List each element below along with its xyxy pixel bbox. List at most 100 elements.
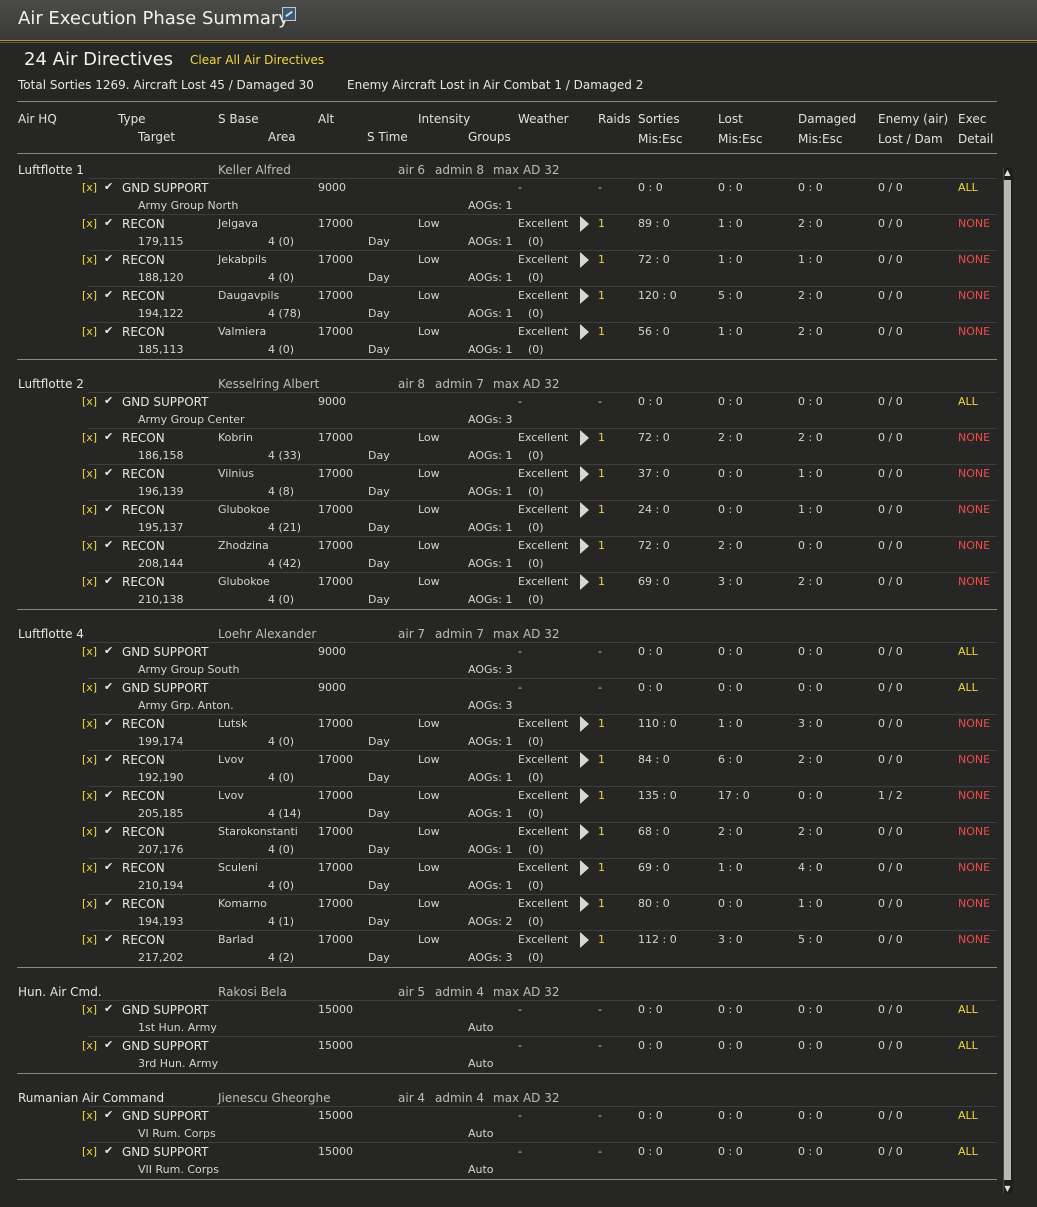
exec-detail[interactable]: NONE	[958, 789, 990, 802]
directive-checkbox[interactable]: [x]	[82, 539, 97, 552]
check-icon[interactable]: ✔	[104, 1038, 113, 1051]
scroll-up-icon[interactable]: ▲	[1003, 168, 1012, 178]
check-icon[interactable]: ✔	[104, 324, 113, 337]
check-icon[interactable]: ✔	[104, 1002, 113, 1015]
directive-checkbox[interactable]: [x]	[82, 217, 97, 230]
directive-checkbox[interactable]: [x]	[82, 503, 97, 516]
play-arrow-icon[interactable]	[580, 574, 589, 590]
exec-detail[interactable]: ALL	[958, 1109, 978, 1122]
check-icon[interactable]: ✔	[104, 896, 113, 909]
air-hq-name[interactable]: Luftflotte 2	[18, 377, 84, 391]
scrollbar-thumb[interactable]	[1004, 180, 1011, 1180]
exec-detail[interactable]: ALL	[958, 1039, 978, 1052]
directive-checkbox[interactable]: [x]	[82, 789, 97, 802]
play-arrow-icon[interactable]	[580, 752, 589, 768]
check-icon[interactable]: ✔	[104, 1108, 113, 1121]
play-arrow-icon[interactable]	[580, 716, 589, 732]
directive-checkbox[interactable]: [x]	[82, 1003, 97, 1016]
directive-checkbox[interactable]: [x]	[82, 825, 97, 838]
directive-checkbox[interactable]: [x]	[82, 645, 97, 658]
commander-name[interactable]: Kesselring Albert	[218, 377, 319, 391]
play-arrow-icon[interactable]	[580, 324, 589, 340]
play-arrow-icon[interactable]	[580, 538, 589, 554]
directive-checkbox[interactable]: [x]	[82, 933, 97, 946]
directive-checkbox[interactable]: [x]	[82, 897, 97, 910]
commander-name[interactable]: Jienescu Gheorghe	[218, 1091, 330, 1105]
air-hq-name[interactable]: Rumanian Air Command	[18, 1091, 164, 1105]
check-icon[interactable]: ✔	[104, 752, 113, 765]
directive-checkbox[interactable]: [x]	[82, 1039, 97, 1052]
directive-checkbox[interactable]: [x]	[82, 289, 97, 302]
exec-detail[interactable]: NONE	[958, 825, 990, 838]
exec-detail[interactable]: NONE	[958, 467, 990, 480]
directive-checkbox[interactable]: [x]	[82, 753, 97, 766]
check-icon[interactable]: ✔	[104, 394, 113, 407]
play-arrow-icon[interactable]	[580, 896, 589, 912]
check-icon[interactable]: ✔	[104, 1144, 113, 1157]
exec-detail[interactable]: ALL	[958, 645, 978, 658]
exec-detail[interactable]: ALL	[958, 1145, 978, 1158]
directive-checkbox[interactable]: [x]	[82, 467, 97, 480]
directive-checkbox[interactable]: [x]	[82, 181, 97, 194]
check-icon[interactable]: ✔	[104, 180, 113, 193]
exec-detail[interactable]: NONE	[958, 431, 990, 444]
directive-checkbox[interactable]: [x]	[82, 431, 97, 444]
exec-detail[interactable]: NONE	[958, 753, 990, 766]
exec-detail[interactable]: NONE	[958, 253, 990, 266]
check-icon[interactable]: ✔	[104, 644, 113, 657]
check-icon[interactable]: ✔	[104, 216, 113, 229]
check-icon[interactable]: ✔	[104, 252, 113, 265]
air-hq-name[interactable]: Hun. Air Cmd.	[18, 985, 102, 999]
check-icon[interactable]: ✔	[104, 288, 113, 301]
play-arrow-icon[interactable]	[580, 288, 589, 304]
check-icon[interactable]: ✔	[104, 466, 113, 479]
check-icon[interactable]: ✔	[104, 788, 113, 801]
exec-detail[interactable]: NONE	[958, 717, 990, 730]
check-icon[interactable]: ✔	[104, 430, 113, 443]
directive-checkbox[interactable]: [x]	[82, 1145, 97, 1158]
scroll-down-icon[interactable]: ▼	[1003, 1184, 1012, 1194]
exec-detail[interactable]: ALL	[958, 395, 978, 408]
play-arrow-icon[interactable]	[580, 430, 589, 446]
play-arrow-icon[interactable]	[580, 860, 589, 876]
directive-checkbox[interactable]: [x]	[82, 861, 97, 874]
play-arrow-icon[interactable]	[580, 788, 589, 804]
directive-checkbox[interactable]: [x]	[82, 717, 97, 730]
check-icon[interactable]: ✔	[104, 932, 113, 945]
check-icon[interactable]: ✔	[104, 680, 113, 693]
directive-checkbox[interactable]: [x]	[82, 325, 97, 338]
exec-detail[interactable]: ALL	[958, 1003, 978, 1016]
check-icon[interactable]: ✔	[104, 716, 113, 729]
directive-checkbox[interactable]: [x]	[82, 395, 97, 408]
check-icon[interactable]: ✔	[104, 860, 113, 873]
exec-detail[interactable]: NONE	[958, 575, 990, 588]
exec-detail[interactable]: ALL	[958, 181, 978, 194]
play-arrow-icon[interactable]	[580, 216, 589, 232]
directive-checkbox[interactable]: [x]	[82, 681, 97, 694]
exec-detail[interactable]: NONE	[958, 503, 990, 516]
play-arrow-icon[interactable]	[580, 466, 589, 482]
air-hq-name[interactable]: Luftflotte 4	[18, 627, 84, 641]
check-icon[interactable]: ✔	[104, 574, 113, 587]
exec-detail[interactable]: NONE	[958, 861, 990, 874]
directive-checkbox[interactable]: [x]	[82, 253, 97, 266]
play-arrow-icon[interactable]	[580, 502, 589, 518]
commander-name[interactable]: Loehr Alexander	[218, 627, 316, 641]
exec-detail[interactable]: NONE	[958, 325, 990, 338]
exec-detail[interactable]: NONE	[958, 897, 990, 910]
play-arrow-icon[interactable]	[580, 824, 589, 840]
exec-detail[interactable]: NONE	[958, 217, 990, 230]
exec-detail[interactable]: NONE	[958, 539, 990, 552]
exec-detail[interactable]: NONE	[958, 289, 990, 302]
air-hq-name[interactable]: Luftflotte 1	[18, 163, 84, 177]
commander-name[interactable]: Rakosi Bela	[218, 985, 287, 999]
directive-checkbox[interactable]: [x]	[82, 575, 97, 588]
play-arrow-icon[interactable]	[580, 252, 589, 268]
play-arrow-icon[interactable]	[580, 932, 589, 948]
directive-checkbox[interactable]: [x]	[82, 1109, 97, 1122]
exec-detail[interactable]: NONE	[958, 933, 990, 946]
check-icon[interactable]: ✔	[104, 502, 113, 515]
check-icon[interactable]: ✔	[104, 538, 113, 551]
check-icon[interactable]: ✔	[104, 824, 113, 837]
exec-detail[interactable]: ALL	[958, 681, 978, 694]
